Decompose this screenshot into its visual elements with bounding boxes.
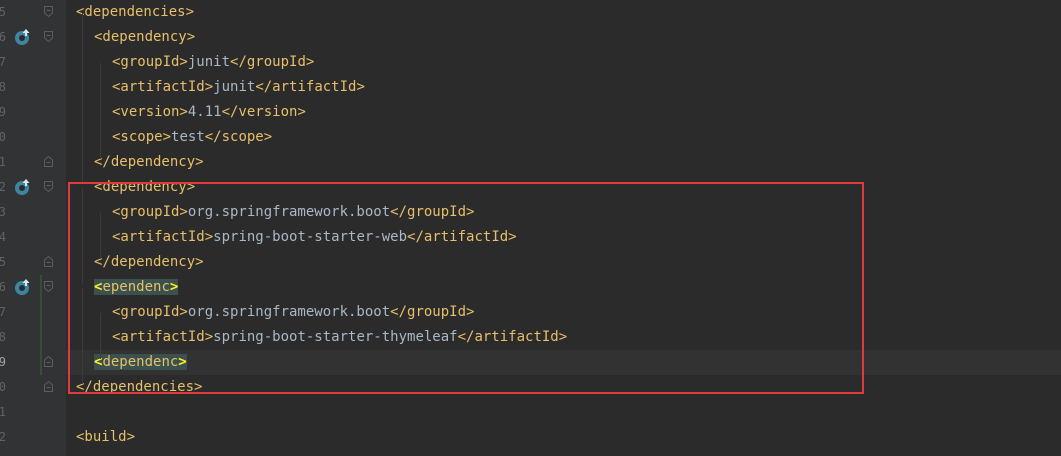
gutter-row: 2 <box>0 425 66 450</box>
fold-close-icon[interactable] <box>44 156 53 167</box>
code-line[interactable]: <build> <box>66 425 1061 450</box>
gutter-row: 9 <box>0 100 66 125</box>
gutter-row: 5 <box>0 250 66 275</box>
gutter-row: 8 <box>0 325 66 350</box>
xml-tag: </version> <box>221 104 306 120</box>
code-line-content: <groupId>junit</groupId> <box>112 50 314 75</box>
xml-tag: </scope> <box>204 129 273 145</box>
gutter-row: 0 <box>0 375 66 400</box>
fold-open-icon[interactable] <box>44 281 53 292</box>
gutter-row: 8 <box>0 75 66 100</box>
code-line[interactable]: <dependencies> <box>66 0 1061 25</box>
fold-open-icon[interactable] <box>44 31 53 42</box>
xml-text: junit <box>187 54 231 70</box>
gutter-row: 4 <box>0 225 66 250</box>
gutter-row: 7 <box>0 50 66 75</box>
code-line[interactable] <box>66 400 1061 425</box>
code-line[interactable]: <dependency> <box>66 25 1061 50</box>
xml-tag: <dependency> <box>94 29 196 45</box>
line-number: 2 <box>0 430 6 444</box>
xml-tag: </artifactId> <box>255 79 365 95</box>
line-number: 0 <box>0 380 6 394</box>
xml-tag: <scope> <box>112 129 172 145</box>
maven-dependency-icon[interactable] <box>14 278 32 296</box>
gutter-row: 0 <box>0 125 66 150</box>
maven-dependency-icon[interactable] <box>14 28 32 46</box>
fold-close-icon[interactable] <box>44 356 53 367</box>
line-number: 8 <box>0 80 6 94</box>
xml-text: 4.11 <box>187 104 222 120</box>
xml-tag: <artifactId> <box>112 79 214 95</box>
line-number: 5 <box>0 5 6 19</box>
xml-tag: <version> <box>112 104 188 120</box>
code-line[interactable]: <groupId>junit</groupId> <box>66 50 1061 75</box>
line-number: 5 <box>0 255 6 269</box>
xml-tag: </groupId> <box>230 54 315 70</box>
indent-guide <box>82 13 83 184</box>
line-number: 6 <box>0 280 6 294</box>
gutter-row: 3 <box>0 200 66 225</box>
xml-tag: </dependency> <box>94 154 204 170</box>
xml-text: junit <box>213 79 256 95</box>
gutter-row: 7 <box>0 300 66 325</box>
code-line[interactable]: <artifactId>junit</artifactId> <box>66 75 1061 100</box>
line-number: 9 <box>0 105 6 119</box>
line-number: 6 <box>0 30 6 44</box>
code-line-content: </dependency> <box>94 150 204 175</box>
fold-close-icon[interactable] <box>44 381 53 392</box>
line-number: 1 <box>0 155 6 169</box>
code-line-content: <artifactId>junit</artifactId> <box>112 75 365 100</box>
gutter-row: 5 <box>0 0 66 25</box>
line-number: 9 <box>0 355 6 369</box>
line-number: 0 <box>0 130 6 144</box>
indent-guide <box>100 63 101 159</box>
gutter-row: 6 <box>0 275 66 300</box>
xml-text: test <box>171 129 205 145</box>
line-number: 8 <box>0 330 6 344</box>
gutter-row: 2 <box>0 175 66 200</box>
gutter-row: 9 <box>0 350 66 375</box>
line-number: 7 <box>0 305 6 319</box>
code-line[interactable]: <scope>test</scope> <box>66 125 1061 150</box>
gutter-row: 6 <box>0 25 66 50</box>
code-line-content: <scope>test</scope> <box>112 125 272 150</box>
xml-tag: <groupId> <box>112 54 188 70</box>
line-number: 1 <box>0 405 6 419</box>
editor-gutter: 5 6 7 8 9 0 1 2 3 4 5 6 7 8 9 0 1 2 <box>0 0 66 456</box>
vcs-change-marker[interactable] <box>40 275 42 375</box>
xml-tag: <build> <box>76 429 136 445</box>
gutter-row: 1 <box>0 400 66 425</box>
line-number: 2 <box>0 180 6 194</box>
xml-tag: <dependencies> <box>76 4 195 20</box>
annotation-highlight-box <box>68 182 864 394</box>
code-line-content: <dependency> <box>94 25 195 50</box>
line-number: 7 <box>0 55 6 69</box>
fold-open-icon[interactable] <box>44 6 53 17</box>
fold-close-icon[interactable] <box>44 256 53 267</box>
gutter-row: 1 <box>0 150 66 175</box>
fold-open-icon[interactable] <box>44 181 53 192</box>
code-line[interactable]: <version>4.11</version> <box>66 100 1061 125</box>
maven-dependency-icon[interactable] <box>14 178 32 196</box>
code-line[interactable]: </dependency> <box>66 150 1061 175</box>
line-number: 3 <box>0 205 6 219</box>
code-line-content: <build> <box>76 425 135 450</box>
line-number: 4 <box>0 230 6 244</box>
code-line-content: <version>4.11</version> <box>112 100 306 125</box>
code-line-content: <dependencies> <box>76 0 194 25</box>
